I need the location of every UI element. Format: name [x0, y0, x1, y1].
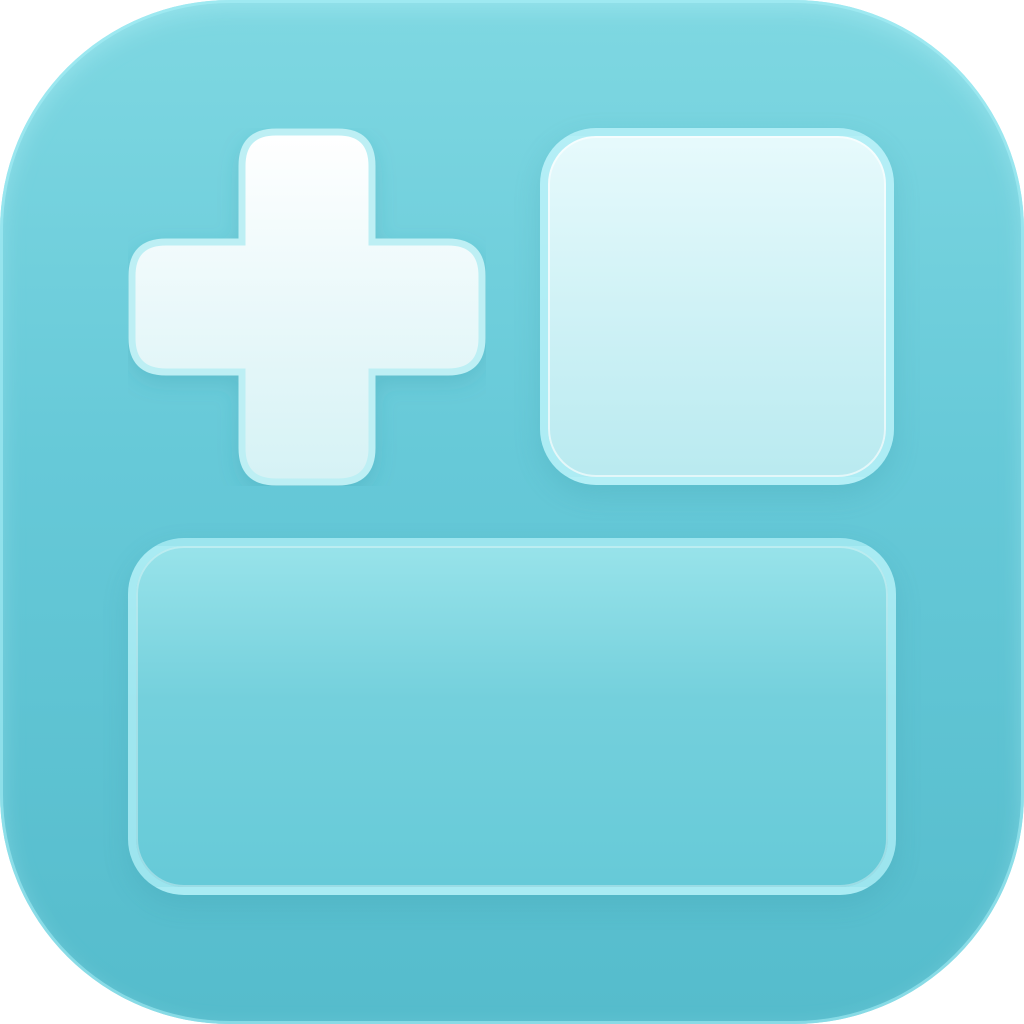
- app-icon: [0, 0, 1024, 1024]
- wide-widget-tile: [128, 538, 896, 895]
- plus-icon: [128, 128, 486, 486]
- square-widget-tile: [540, 128, 894, 485]
